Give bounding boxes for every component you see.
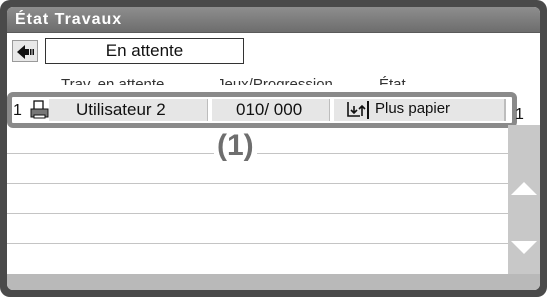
column-header-progress: Jeux/Progression xyxy=(217,76,333,85)
row-divider xyxy=(7,243,508,244)
job-index: 1 xyxy=(13,102,22,119)
job-status-panel: État Travaux En attente Trav. en attente… xyxy=(7,7,540,290)
job-row[interactable]: 1 Utilisateur 2 010/ 000 Plus papier xyxy=(7,92,517,128)
job-status: Plus papier xyxy=(334,99,506,121)
window-title: État Travaux xyxy=(15,11,123,28)
page-total: 1 xyxy=(515,106,524,123)
scroll-down-icon[interactable] xyxy=(511,241,537,254)
row-divider xyxy=(7,153,508,154)
scroll-up-icon[interactable] xyxy=(511,182,537,195)
callout-label: (1) xyxy=(214,129,257,163)
column-header-jobs: Trav. en attente xyxy=(61,76,165,85)
print-job-icon xyxy=(30,100,49,119)
job-user: Utilisateur 2 xyxy=(49,99,208,121)
add-paper-icon xyxy=(347,101,369,119)
back-button[interactable] xyxy=(12,40,38,62)
column-header-status: État xyxy=(379,76,406,85)
job-sets-progress: 010/ 000 xyxy=(212,99,330,121)
column-headers: Trav. en attente Jeux/Progression État xyxy=(7,71,540,85)
title-bar: État Travaux xyxy=(7,7,540,33)
scrollbar[interactable] xyxy=(508,125,540,280)
footer-bar xyxy=(7,274,540,290)
job-status-text: Plus papier xyxy=(375,100,451,117)
row-divider xyxy=(7,213,508,214)
tab-waiting-jobs[interactable]: En attente xyxy=(45,38,244,64)
row-divider xyxy=(7,183,508,184)
device-frame: État Travaux En attente Trav. en attente… xyxy=(0,0,547,297)
back-arrow-icon xyxy=(17,45,34,59)
